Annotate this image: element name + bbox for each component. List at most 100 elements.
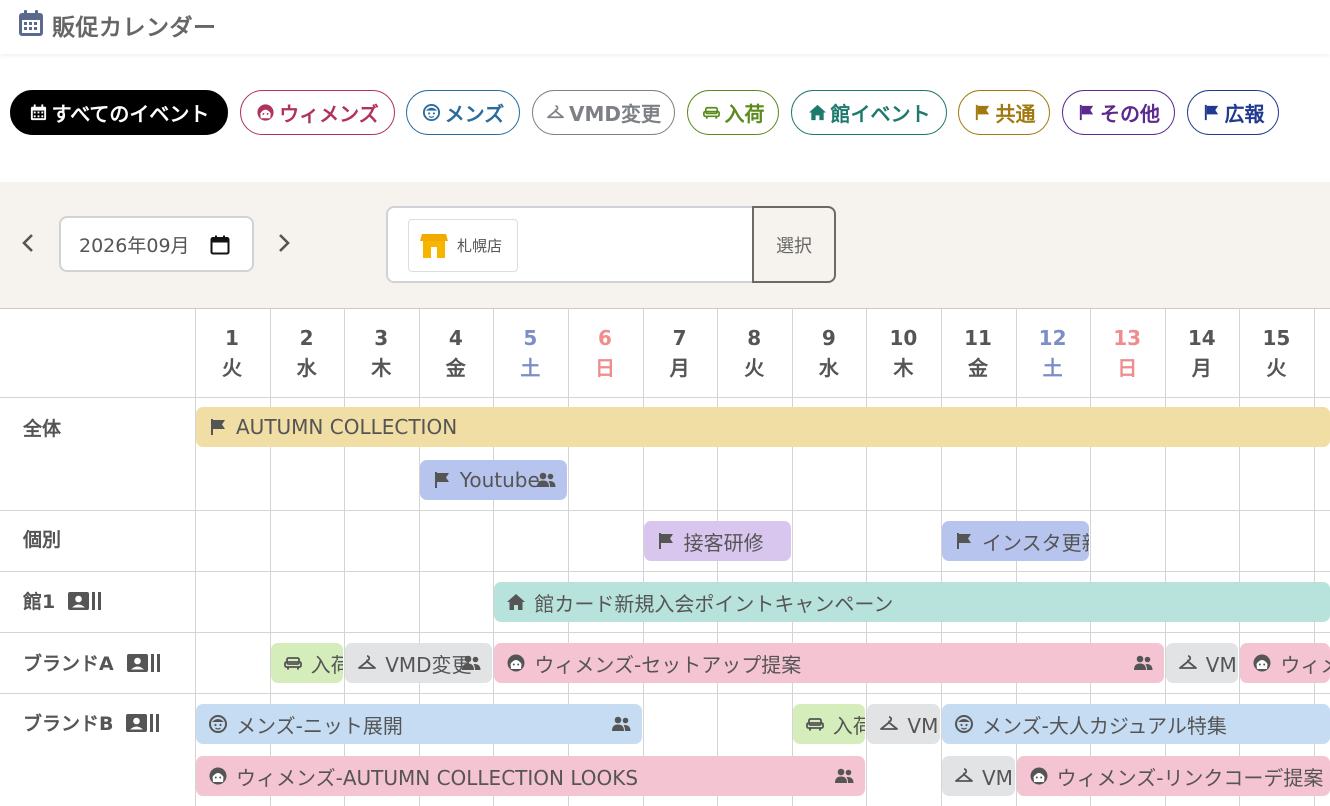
day-of-week: 水 [296, 356, 317, 380]
contact-card-icon [68, 591, 102, 610]
day-of-week: 火 [1266, 356, 1287, 380]
day-number: 13 [1113, 326, 1142, 350]
day-of-week: 火 [744, 356, 765, 380]
day-header: 6日 [568, 323, 642, 383]
filter-pill-7[interactable]: その他 [1062, 90, 1175, 135]
day-header: 3木 [344, 323, 418, 383]
day-number: 15 [1262, 326, 1291, 350]
man-face-icon [955, 715, 973, 733]
event-label: ウィメンズ-AUTUMN COLLECTION LOOKS [236, 765, 639, 790]
event-label: 入荷 [832, 713, 866, 738]
event-bar[interactable]: インスタ更新 [942, 521, 1090, 561]
flag-icon [658, 533, 673, 549]
event-bar[interactable]: ウィメンズ-リンクコーデ提案 [1016, 756, 1330, 796]
day-header: 15 火 [1239, 323, 1313, 383]
woman-face-icon [209, 767, 227, 785]
select-store-button[interactable]: 選択 [752, 206, 836, 283]
store-name: 札幌店 [457, 237, 503, 255]
filter-pill-1[interactable]: ウィメンズ [240, 90, 395, 135]
calendar-picker-icon[interactable] [210, 235, 230, 255]
event-filter-bar: すべてのイベント ウィメンズ メンズ VMD変更 入荷 館イベント 共通 その他 広報 [10, 90, 1330, 135]
event-bar[interactable]: VMD変更 [867, 704, 940, 744]
event-bar[interactable]: VMD変更 [942, 756, 1015, 796]
row-label-text: ブランドB [23, 713, 114, 735]
row-label-text: ブランドA [23, 653, 114, 675]
filter-pill-6[interactable]: 共通 [958, 90, 1050, 135]
event-label: VMD変更 [1205, 652, 1239, 677]
event-label: メンズ-ニット展開 [236, 713, 403, 738]
day-header: 11 金 [941, 323, 1015, 383]
event-bar[interactable]: VMD変更 [1165, 643, 1239, 683]
event-bar[interactable]: 入荷 [270, 643, 344, 683]
month-value: 2026年09月 [79, 234, 190, 257]
event-bar[interactable]: 入荷 [792, 704, 866, 744]
month-input[interactable]: 2026年09月 [59, 216, 254, 272]
day-number: 8 [747, 326, 762, 350]
event-bar[interactable]: メンズ-大人カジュアル特集 [942, 704, 1330, 744]
woman-face-icon [1253, 654, 1271, 672]
event-label: VMD変更 [982, 765, 1015, 790]
people-icon [462, 655, 481, 670]
day-number: 12 [1038, 326, 1067, 350]
filter-pill-label: 共通 [995, 102, 1036, 126]
event-label: ウィメンズ-リンクコーデ提案 [1056, 765, 1324, 790]
prev-month-button[interactable] [15, 228, 41, 258]
day-number: 7 [672, 326, 687, 350]
filter-pill-label: その他 [1100, 102, 1160, 126]
filter-pill-2[interactable]: メンズ [406, 90, 520, 135]
event-bar[interactable]: ウィメンズ-セットアップ提案 [494, 643, 1164, 683]
filter-pill-label: 館イベント [830, 102, 931, 126]
filter-pill-label: 入荷 [724, 102, 765, 126]
man-face-icon [209, 715, 227, 733]
event-label: 入荷 [310, 652, 344, 677]
store-chip[interactable]: 札幌店 [408, 219, 518, 272]
event-bar[interactable]: ウィメンズ-AUTUMN COLLECTION LOOKS [196, 756, 866, 796]
event-bar[interactable]: 館カード新規入会ポイントキャンペーン [494, 582, 1330, 622]
row-label-text: 個別 [23, 529, 62, 551]
day-header: 4金 [419, 323, 493, 383]
day-header: 9水 [792, 323, 866, 383]
filter-pill-label: ウィメンズ [279, 102, 379, 126]
day-of-week: 土 [520, 356, 541, 380]
day-header: 10 木 [866, 323, 940, 383]
woman-face-icon [1030, 767, 1048, 785]
day-number: 1 [225, 326, 239, 350]
calendar-icon [19, 10, 43, 36]
day-number: 4 [448, 326, 463, 350]
event-bar[interactable]: メンズ-ニット展開 [196, 704, 642, 744]
house-icon [808, 104, 826, 121]
calendar-icon [30, 104, 46, 121]
filter-pill-4[interactable]: 入荷 [687, 90, 779, 135]
day-of-week: 月 [669, 356, 690, 380]
filter-pill-5[interactable]: 館イベント [791, 90, 947, 135]
day-header: 12 土 [1016, 323, 1090, 383]
filter-pill-3[interactable]: VMD変更 [532, 90, 675, 135]
filter-pill-8[interactable]: 広報 [1187, 90, 1279, 135]
contact-card-icon [126, 653, 160, 672]
event-bar[interactable]: VMD変更 [345, 643, 493, 683]
flag-icon [1204, 104, 1218, 121]
day-number: 10 [889, 326, 918, 350]
contact-card-icon [126, 713, 160, 732]
event-bar[interactable]: 接客研修 [643, 521, 791, 561]
event-bar[interactable]: ウィメンズ [1240, 643, 1330, 683]
filter-pill-0[interactable]: すべてのイベント [10, 90, 228, 135]
grid-row-line [0, 510, 1330, 511]
next-month-button[interactable] [271, 228, 297, 258]
app-header: 販促カレンダー [0, 0, 1330, 54]
woman-face-icon [257, 104, 274, 121]
event-bar[interactable]: Youtube [419, 460, 567, 500]
event-bar[interactable]: AUTUMN COLLECTION [196, 407, 1330, 447]
day-number: 6 [598, 326, 612, 350]
filter-pill-label: 広報 [1224, 102, 1265, 126]
flag-icon [1079, 104, 1094, 121]
row-label: 館1 [23, 587, 102, 614]
day-header: 8火 [717, 323, 791, 383]
flag-icon [975, 104, 989, 121]
day-header: 2水 [270, 323, 344, 383]
people-icon [611, 716, 631, 731]
day-header: 7月 [643, 323, 717, 383]
event-label: メンズ-大人カジュアル特集 [982, 713, 1227, 738]
store-selector-field[interactable]: 札幌店 [386, 206, 754, 283]
day-header: 1火 [195, 323, 269, 383]
